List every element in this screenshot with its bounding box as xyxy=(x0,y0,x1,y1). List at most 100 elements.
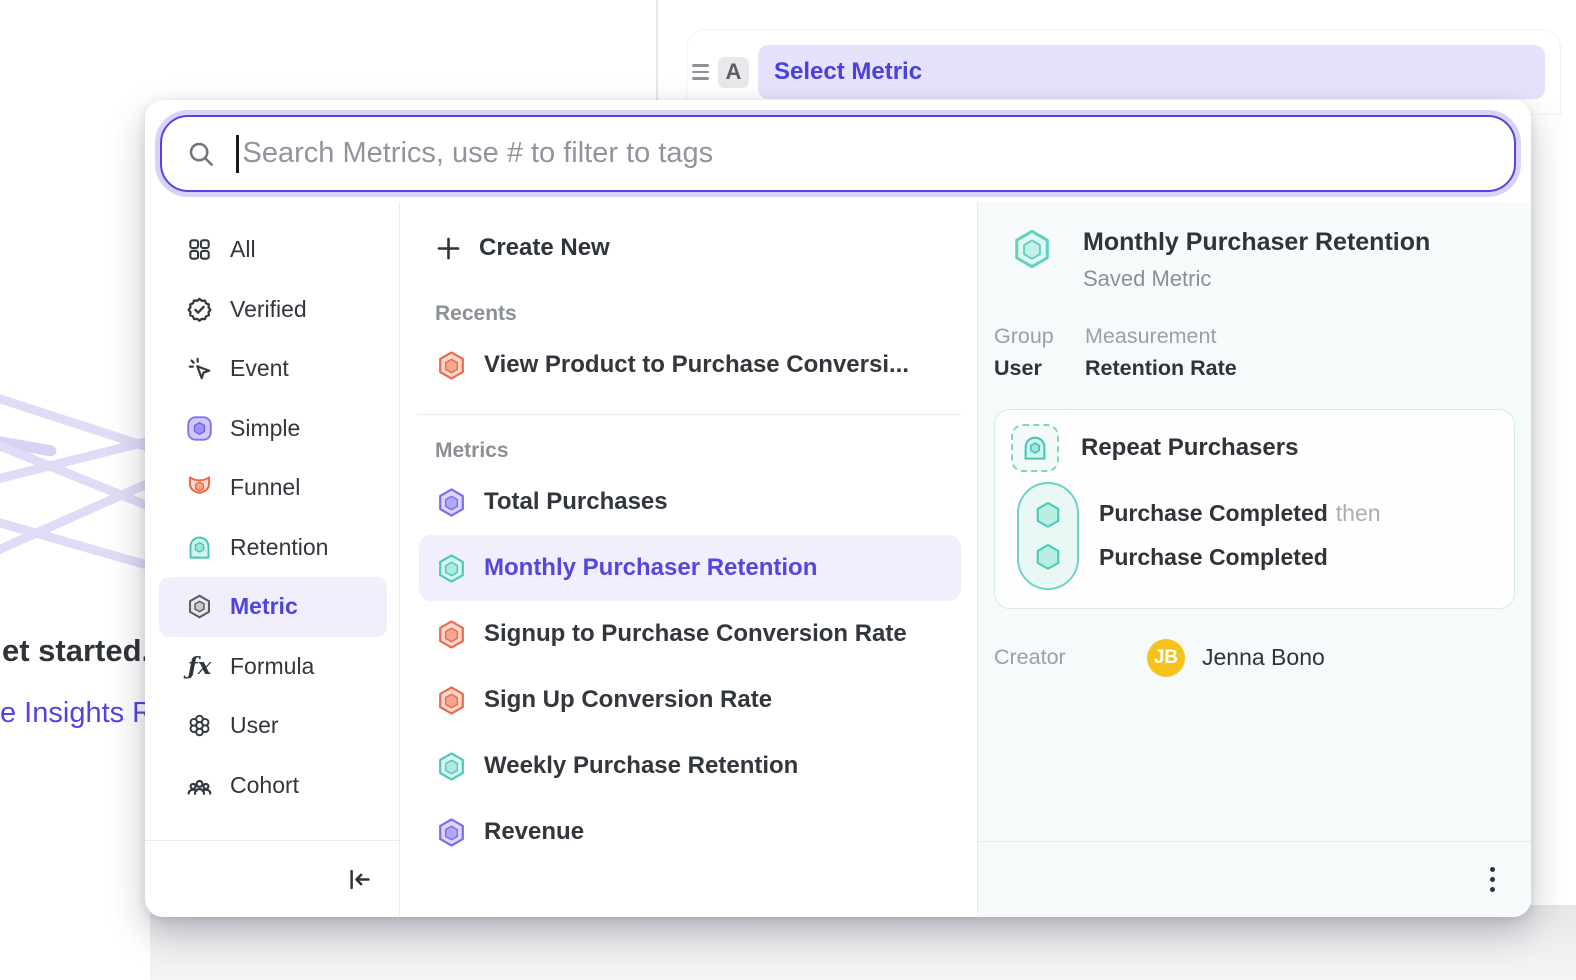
metric-item-revenue[interactable]: Revenue xyxy=(419,799,961,865)
definition-steps: Purchase Completedthen Purchase Complete… xyxy=(1011,482,1498,590)
group-label: Group xyxy=(994,324,1085,349)
metric-item-label: Revenue xyxy=(484,818,584,846)
retention-metric-hexagon-icon xyxy=(436,751,467,782)
metric-item-label: Monthly Purchaser Retention xyxy=(484,554,817,582)
row-letter-badge[interactable]: A xyxy=(718,57,749,88)
picker-columns: All Verified Event xyxy=(145,202,1531,917)
search-row xyxy=(145,100,1531,202)
select-metric-field[interactable]: Select Metric xyxy=(758,45,1545,99)
detail-footer xyxy=(978,841,1531,917)
sidebar-item-label: Formula xyxy=(230,653,314,680)
metric-detail-panel: Monthly Purchaser Retention Saved Metric… xyxy=(978,202,1531,917)
funnel-metric-hexagon-icon xyxy=(436,619,467,650)
background-insights-link[interactable]: e Insights Re xyxy=(0,697,169,730)
step-hexagon-icon xyxy=(1032,499,1064,531)
detail-header: Monthly Purchaser Retention Saved Metric xyxy=(1011,228,1517,292)
sidebar-footer xyxy=(145,840,399,917)
simple-metric-hexagon-icon xyxy=(436,487,467,518)
select-metric-label: Select Metric xyxy=(774,58,922,86)
sidebar-item-label: Funnel xyxy=(230,474,300,501)
metric-item-label: Total Purchases xyxy=(484,488,668,516)
funnel-metric-hexagon-icon xyxy=(436,350,467,381)
filter-sidebar: All Verified Event xyxy=(145,202,400,917)
grid-icon xyxy=(186,236,213,263)
metric-item-label: Sign Up Conversion Rate xyxy=(484,686,772,714)
list-section-divider xyxy=(417,414,961,415)
metric-item-total-purchases[interactable]: Total Purchases xyxy=(419,469,961,535)
funnel-icon xyxy=(186,474,213,501)
collapse-left-icon xyxy=(346,866,373,893)
definition-step-1: Purchase Completedthen xyxy=(1099,500,1381,527)
sidebar-item-formula[interactable]: ƒx Formula xyxy=(159,637,387,697)
sidebar-item-retention[interactable]: Retention xyxy=(159,518,387,578)
definition-header: Repeat Purchasers xyxy=(1011,424,1498,472)
sidebar-item-event[interactable]: Event xyxy=(159,339,387,399)
metric-item-label: View Product to Purchase Conversi... xyxy=(484,351,909,379)
metric-item-label: Signup to Purchase Conversion Rate xyxy=(484,620,907,648)
metric-item-signup-to-purchase-conversion-rate[interactable]: Signup to Purchase Conversion Rate xyxy=(419,601,961,667)
search-icon xyxy=(186,139,216,169)
sidebar-item-label: Verified xyxy=(230,296,307,323)
metric-icon xyxy=(186,593,213,620)
creator-label: Creator xyxy=(994,645,1147,670)
definition-name: Repeat Purchasers xyxy=(1081,434,1298,462)
measurement-label: Measurement xyxy=(1085,324,1237,349)
metric-picker-modal: All Verified Event xyxy=(145,100,1531,917)
sidebar-item-simple[interactable]: Simple xyxy=(159,399,387,459)
sidebar-item-label: Cohort xyxy=(230,772,299,799)
funnel-metric-hexagon-icon xyxy=(436,685,467,716)
user-cluster-icon xyxy=(186,712,213,739)
recents-section-label: Recents xyxy=(435,302,961,326)
sidebar-item-label: Retention xyxy=(230,534,328,561)
measurement-value: Retention Rate xyxy=(1085,356,1237,381)
creator-avatar: JB xyxy=(1147,639,1185,677)
sidebar-item-label: User xyxy=(230,712,279,739)
metric-item-label: Weekly Purchase Retention xyxy=(484,752,798,780)
background-headline-fragment: et started. xyxy=(2,633,150,669)
metric-item-weekly-purchase-retention[interactable]: Weekly Purchase Retention xyxy=(419,733,961,799)
sidebar-item-funnel[interactable]: Funnel xyxy=(159,458,387,518)
simple-metric-icon xyxy=(186,415,213,442)
creator-row: Creator JB Jenna Bono xyxy=(994,639,1517,677)
sidebar-item-verified[interactable]: Verified xyxy=(159,280,387,340)
retention-steps-capsule xyxy=(1017,482,1079,590)
sidebar-item-label: Simple xyxy=(230,415,300,442)
event-cursor-icon xyxy=(186,355,213,382)
simple-metric-hexagon-icon xyxy=(436,817,467,848)
sidebar-item-label: Metric xyxy=(230,593,298,620)
sidebar-item-label: Event xyxy=(230,355,289,382)
search-input[interactable] xyxy=(241,136,1495,171)
sidebar-item-cohort[interactable]: Cohort xyxy=(159,756,387,816)
more-options-button[interactable] xyxy=(1484,861,1502,899)
cohort-people-icon xyxy=(186,772,213,799)
creator-name: Jenna Bono xyxy=(1202,644,1325,671)
retention-definition-icon xyxy=(1011,424,1059,472)
line-chart-illustration xyxy=(0,330,148,630)
collapse-sidebar-button[interactable] xyxy=(346,866,373,893)
detail-subtitle: Saved Metric xyxy=(1083,266,1430,292)
step-hexagon-icon xyxy=(1032,541,1064,573)
detail-title: Monthly Purchaser Retention xyxy=(1083,228,1430,257)
detail-meta: Group User Measurement Retention Rate xyxy=(994,324,1517,381)
metric-item-monthly-purchaser-retention[interactable]: Monthly Purchaser Retention xyxy=(419,535,961,601)
verified-badge-icon xyxy=(186,296,213,323)
sidebar-item-label: All xyxy=(230,236,256,263)
recent-metric-item[interactable]: View Product to Purchase Conversi... xyxy=(419,332,961,398)
sidebar-item-all[interactable]: All xyxy=(159,220,387,280)
create-new-button[interactable]: Create New xyxy=(435,220,961,276)
drag-handle-icon[interactable] xyxy=(692,64,709,80)
create-new-label: Create New xyxy=(479,234,610,262)
definition-card: Repeat Purchasers Purchase Completedthen… xyxy=(994,409,1515,609)
sidebar-item-user[interactable]: User xyxy=(159,696,387,756)
retention-metric-hexagon-icon xyxy=(436,553,467,584)
formula-icon: ƒx xyxy=(186,653,213,680)
plus-icon xyxy=(435,235,462,262)
search-box[interactable] xyxy=(160,115,1516,192)
metric-list-column: Create New Recents View Product to Purch… xyxy=(400,202,978,917)
sidebar-item-metric[interactable]: Metric xyxy=(159,577,387,637)
step-connector: then xyxy=(1336,500,1381,526)
metrics-section-label: Metrics xyxy=(435,439,961,463)
definition-step-2: Purchase Completed xyxy=(1099,544,1381,571)
retention-metric-hexagon-icon xyxy=(1011,228,1053,270)
metric-item-sign-up-conversion-rate[interactable]: Sign Up Conversion Rate xyxy=(419,667,961,733)
